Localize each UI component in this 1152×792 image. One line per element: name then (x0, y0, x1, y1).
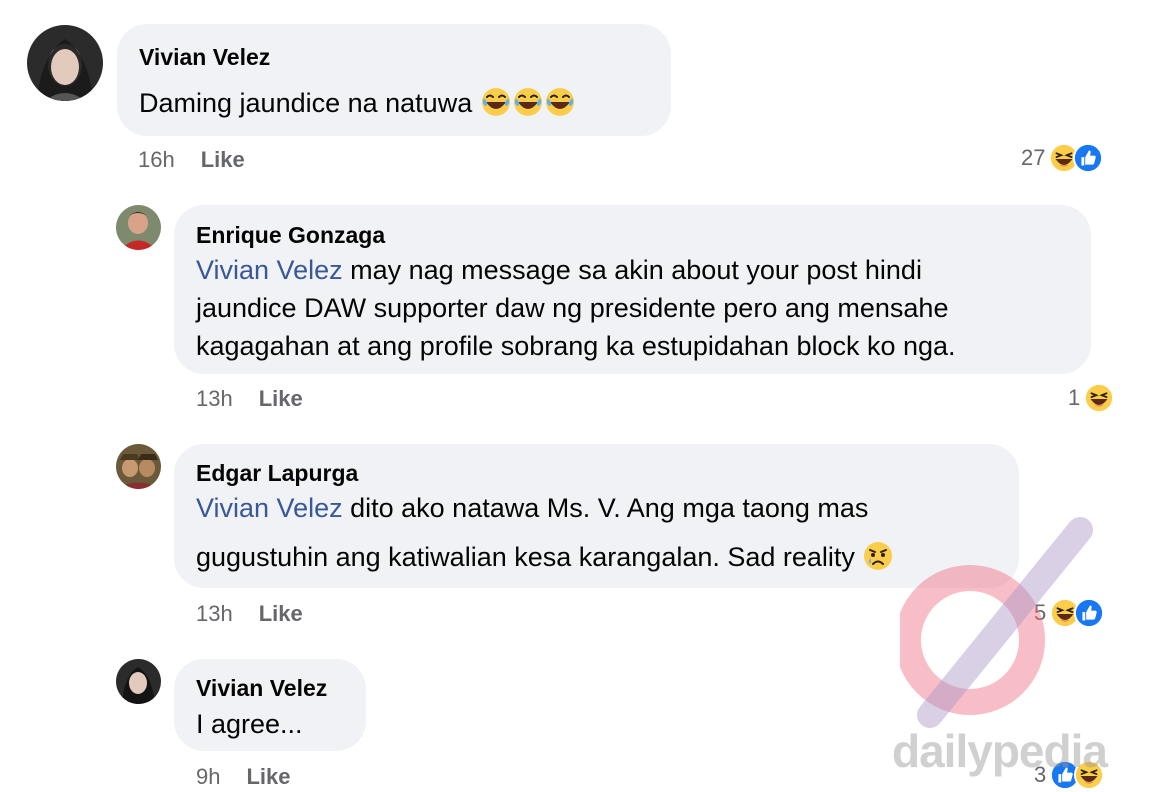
comment-text-line: kagagahan at ang profile sobrang ka estu… (196, 331, 956, 361)
comment-bubble: Enrique Gonzaga Vivian Velez may nag mes… (174, 205, 1091, 374)
comment-body: Daming jaundice na natuwa (139, 88, 473, 118)
mention-link[interactable]: Vivian Velez (196, 255, 343, 285)
reaction-count: 1 (1068, 385, 1081, 410)
comment-meta: 13h Like (196, 601, 303, 627)
avatar[interactable] (116, 659, 161, 704)
comment-time[interactable]: 16h (138, 147, 175, 172)
tears-of-joy-icon (544, 86, 576, 118)
watermark-logo-icon (900, 517, 1093, 728)
avatar[interactable] (27, 25, 103, 101)
tears-of-joy-icon (480, 86, 512, 118)
watermark-text: dailypedia (892, 725, 1108, 777)
comment-meta: 13h Like (196, 386, 303, 412)
comment-bubble: Vivian Velez I agree... (174, 659, 366, 751)
avatar[interactable] (116, 205, 161, 250)
comment-author[interactable]: Edgar Lapurga (196, 460, 358, 487)
comment-meta: 9h Like (196, 764, 291, 790)
reaction-count: 27 (1021, 145, 1046, 170)
comment-text-line: Vivian Velez may nag message sa akin abo… (196, 251, 922, 289)
like-button[interactable]: Like (201, 147, 245, 172)
like-icon (1073, 143, 1103, 173)
tears-of-joy-icon (512, 86, 544, 118)
comment-body: may nag message sa akin about your post … (342, 255, 922, 285)
comment-text: Daming jaundice na natuwa (139, 84, 576, 122)
comment-text-line: jaundice DAW supporter daw ng presidente… (196, 293, 949, 323)
comment-bubble: Vivian Velez Daming jaundice na natuwa (117, 24, 671, 136)
sad-face-icon (862, 540, 894, 572)
avatar[interactable] (116, 444, 161, 489)
comment-body: dito ako natawa Ms. V. Ang mga taong mas (342, 493, 869, 523)
reaction-summary[interactable]: 1 (1068, 383, 1114, 413)
reaction-summary[interactable]: 27 (1021, 143, 1103, 173)
comment-author[interactable]: Vivian Velez (139, 44, 270, 71)
comment-author[interactable]: Enrique Gonzaga (196, 222, 385, 249)
comment-text-line: gugustuhin ang katiwalian kesa karangala… (196, 538, 894, 576)
comment-text-line: Vivian Velez dito ako natawa Ms. V. Ang … (196, 489, 868, 527)
comment-body: I agree... (196, 709, 303, 739)
comment-author[interactable]: Vivian Velez (196, 675, 327, 702)
haha-icon (1084, 383, 1114, 413)
comment-meta: 16h Like (138, 147, 245, 173)
like-button[interactable]: Like (259, 386, 303, 411)
mention-link[interactable]: Vivian Velez (196, 493, 343, 523)
comment-bubble: Edgar Lapurga Vivian Velez dito ako nata… (174, 444, 1019, 588)
like-button[interactable]: Like (246, 764, 290, 789)
like-button[interactable]: Like (259, 601, 303, 626)
comment-time[interactable]: 13h (196, 386, 233, 411)
comment-time[interactable]: 9h (196, 764, 220, 789)
comment-time[interactable]: 13h (196, 601, 233, 626)
comment-body: gugustuhin ang katiwalian kesa karangala… (196, 542, 855, 572)
